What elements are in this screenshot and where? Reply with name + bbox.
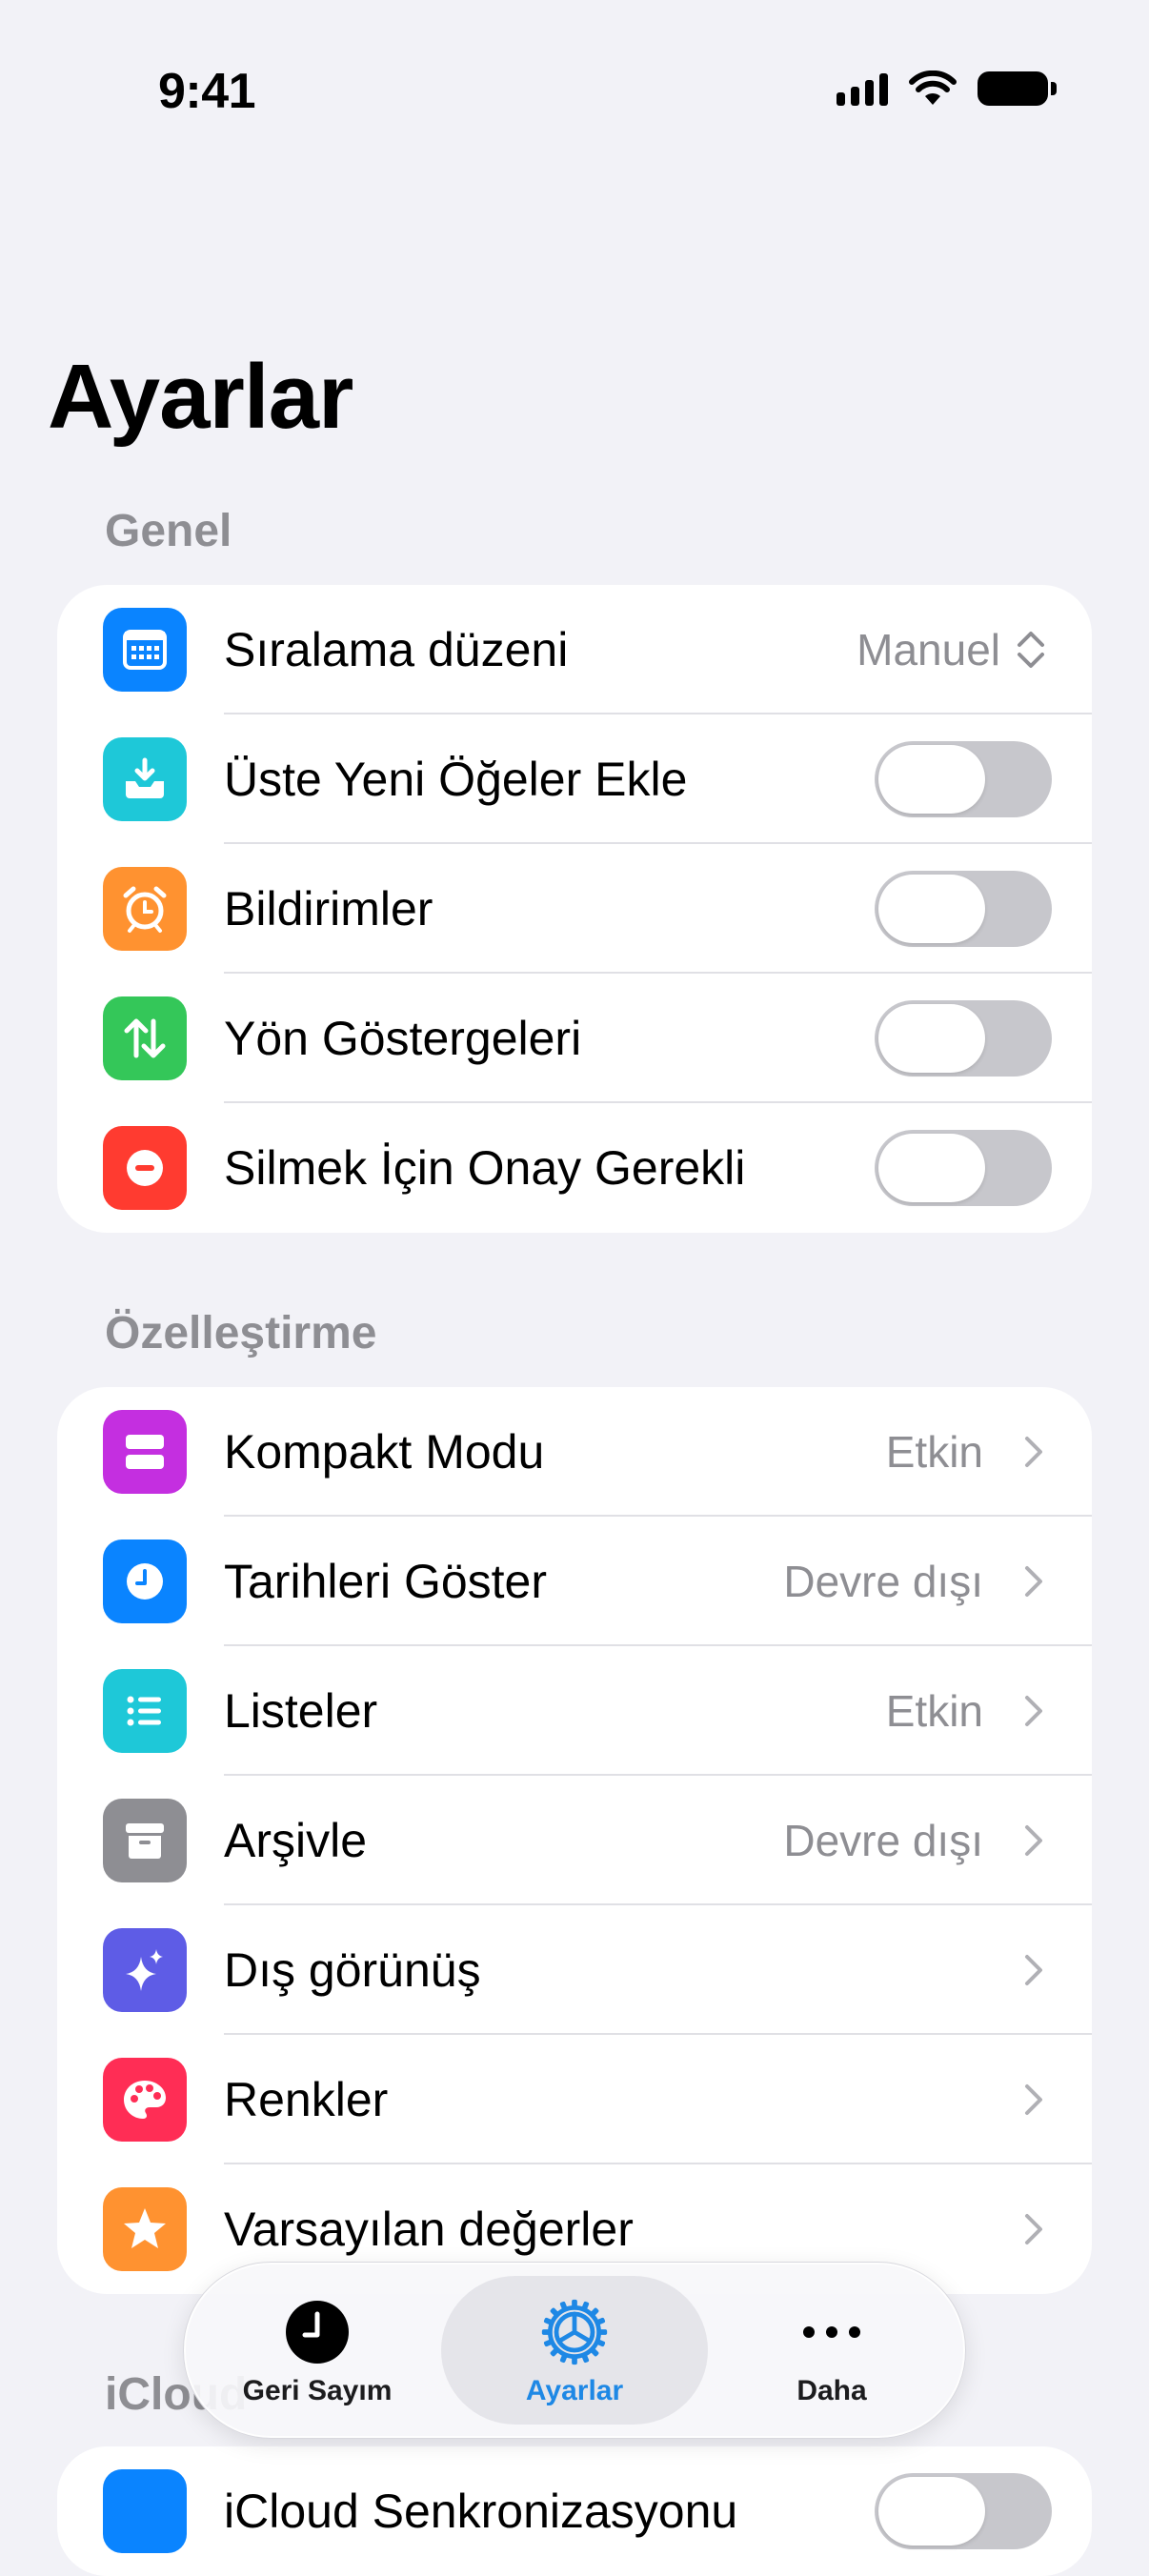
archive-row[interactable]: Arşivle Devre dışı (57, 1776, 1092, 1905)
list-icon (103, 1669, 187, 1753)
rectangles-icon (103, 1410, 187, 1494)
sparkles-icon (103, 1928, 187, 2012)
appearance-label: Dış görünüş (224, 1943, 481, 1997)
confirm-delete-toggle[interactable] (875, 1130, 1052, 1206)
tab-countdown[interactable]: Geri Sayım (184, 2276, 451, 2425)
icloud-sync-row: iCloud Senkronizasyonu (57, 2446, 1092, 2576)
chevron-right-icon (1025, 1696, 1042, 1726)
show-dates-row[interactable]: Tarihleri Göster Devre dışı (57, 1517, 1092, 1646)
cloud-icon (103, 2469, 187, 2553)
status-time: 9:41 (158, 64, 256, 119)
chevron-right-icon (1025, 2214, 1042, 2244)
gear-icon (539, 2297, 610, 2367)
sort-order-label: Sıralama düzeni (224, 623, 569, 676)
show-dates-label: Tarihleri Göster (224, 1555, 547, 1608)
page-title: Ayarlar (48, 346, 353, 448)
palette-icon (103, 2058, 187, 2142)
add-new-items-top-toggle[interactable] (875, 741, 1052, 817)
icloud-group: iCloud Senkronizasyonu (57, 2446, 1092, 2576)
ellipsis-icon (796, 2297, 867, 2367)
confirm-delete-row: Silmek İçin Onay Gerekli (57, 1103, 1092, 1233)
cellular-signal-icon (837, 71, 888, 106)
tab-settings[interactable]: Ayarlar (441, 2276, 708, 2425)
chevron-right-icon (1025, 1825, 1042, 1856)
archive-box-icon (103, 1799, 187, 1882)
calendar-icon (103, 608, 187, 692)
battery-icon (978, 71, 1057, 106)
tab-more[interactable]: Daha (698, 2276, 965, 2425)
wifi-icon (909, 70, 957, 105)
toggle-knob (878, 1134, 985, 1202)
notifications-label: Bildirimler (224, 882, 433, 936)
chevron-up-down-icon (1018, 632, 1044, 668)
archive-value: Devre dışı (783, 1816, 983, 1865)
colors-label: Renkler (224, 2073, 389, 2126)
toggle-knob (878, 875, 985, 943)
tray-download-icon (103, 737, 187, 821)
default-values-label: Varsayılan değerler (224, 2203, 634, 2256)
colors-row[interactable]: Renkler (57, 2035, 1092, 2164)
direction-indicators-row: Yön Göstergeleri (57, 974, 1092, 1103)
sort-order-value: Manuel (857, 625, 1000, 674)
clock-icon (103, 1540, 187, 1623)
notifications-toggle[interactable] (875, 871, 1052, 947)
tab-countdown-label: Geri Sayım (242, 2375, 393, 2406)
tab-bar: Geri Sayım Ayarlar Daha (183, 2262, 966, 2439)
appearance-row[interactable]: Dış görünüş (57, 1905, 1092, 2035)
direction-indicators-toggle[interactable] (875, 1000, 1052, 1077)
icloud-sync-toggle[interactable] (875, 2473, 1052, 2549)
chevron-right-icon (1025, 2084, 1042, 2115)
toggle-knob (878, 1004, 985, 1073)
icloud-sync-label: iCloud Senkronizasyonu (224, 2485, 738, 2538)
general-group: Sıralama düzeni Manuel Üste Yeni Öğeler … (57, 585, 1092, 1233)
customization-group: Kompakt Modu Etkin Tarihleri Göster Devr… (57, 1387, 1092, 2294)
archive-label: Arşivle (224, 1814, 368, 1867)
tab-settings-label: Ayarlar (525, 2375, 624, 2406)
tab-more-label: Daha (796, 2375, 867, 2406)
confirm-delete-label: Silmek İçin Onay Gerekli (224, 1141, 746, 1195)
up-down-arrows-icon (103, 996, 187, 1080)
direction-indicators-label: Yön Göstergeleri (224, 1012, 582, 1065)
lists-label: Listeler (224, 1684, 378, 1738)
show-dates-value: Devre dışı (783, 1557, 983, 1606)
lists-value: Etkin (885, 1686, 983, 1736)
chevron-right-icon (1025, 1437, 1042, 1467)
toggle-knob (878, 745, 985, 814)
toggle-knob (878, 2477, 985, 2546)
status-icons (837, 70, 1057, 107)
compact-mode-row[interactable]: Kompakt Modu Etkin (57, 1387, 1092, 1517)
chevron-right-icon (1025, 1566, 1042, 1597)
chevron-right-icon (1025, 1955, 1042, 1985)
star-icon (103, 2187, 187, 2271)
add-new-items-top-label: Üste Yeni Öğeler Ekle (224, 753, 688, 806)
compact-mode-label: Kompakt Modu (224, 1425, 545, 1479)
clock-filled-icon (282, 2297, 353, 2367)
compact-mode-value: Etkin (885, 1427, 983, 1477)
minus-circle-icon (103, 1126, 187, 1210)
lists-row[interactable]: Listeler Etkin (57, 1646, 1092, 1776)
section-header-general: Genel (105, 506, 232, 556)
alarm-clock-icon (103, 867, 187, 951)
sort-order-row[interactable]: Sıralama düzeni Manuel (57, 585, 1092, 714)
notifications-row: Bildirimler (57, 844, 1092, 974)
add-new-items-top-row: Üste Yeni Öğeler Ekle (57, 714, 1092, 844)
section-header-customization: Özelleştirme (105, 1308, 377, 1358)
